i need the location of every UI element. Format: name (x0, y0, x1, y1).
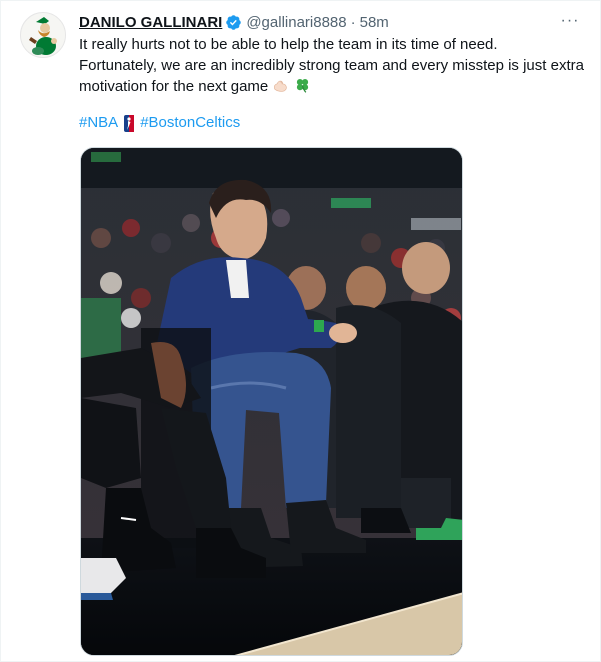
tweet-text-line: motivation for the next game (79, 78, 269, 95)
tweet-text-line: It really hurts not to be able to help t… (79, 36, 498, 53)
tweet-timestamp[interactable]: 58m (360, 14, 389, 31)
nba-logo-icon (124, 114, 135, 132)
hashtag-row: #NBA #BostonCeltics (79, 113, 240, 133)
celtics-leprechaun-logo-icon (21, 13, 65, 57)
flexed-biceps-emoji-icon (272, 77, 289, 100)
tweet-photo[interactable] (80, 147, 463, 656)
tweet-header: DANILO GALLINARI @gallinari8888 · 58m (79, 12, 580, 32)
author-handle[interactable]: @gallinari8888 (246, 14, 346, 31)
author-name[interactable]: DANILO GALLINARI (79, 14, 222, 31)
tweet-text-line: Fortunately, we are an incredibly strong… (79, 57, 584, 74)
tweet-text-line-with-emoji: motivation for the next game (79, 76, 584, 100)
separator-dot: · (350, 13, 356, 31)
hashtag-nba[interactable]: #NBA (79, 113, 118, 133)
tweet-card[interactable]: DANILO GALLINARI @gallinari8888 · 58m ··… (0, 0, 601, 662)
more-options-icon[interactable]: ··· (558, 9, 582, 33)
verified-badge-icon (225, 14, 242, 31)
photo-courtside-players-icon (81, 148, 462, 655)
hashtag-bostonceltics[interactable]: #BostonCeltics (140, 113, 240, 133)
tweet-text: It really hurts not to be able to help t… (79, 34, 584, 100)
four-leaf-clover-emoji-icon (294, 77, 311, 100)
author-avatar[interactable] (20, 12, 66, 58)
